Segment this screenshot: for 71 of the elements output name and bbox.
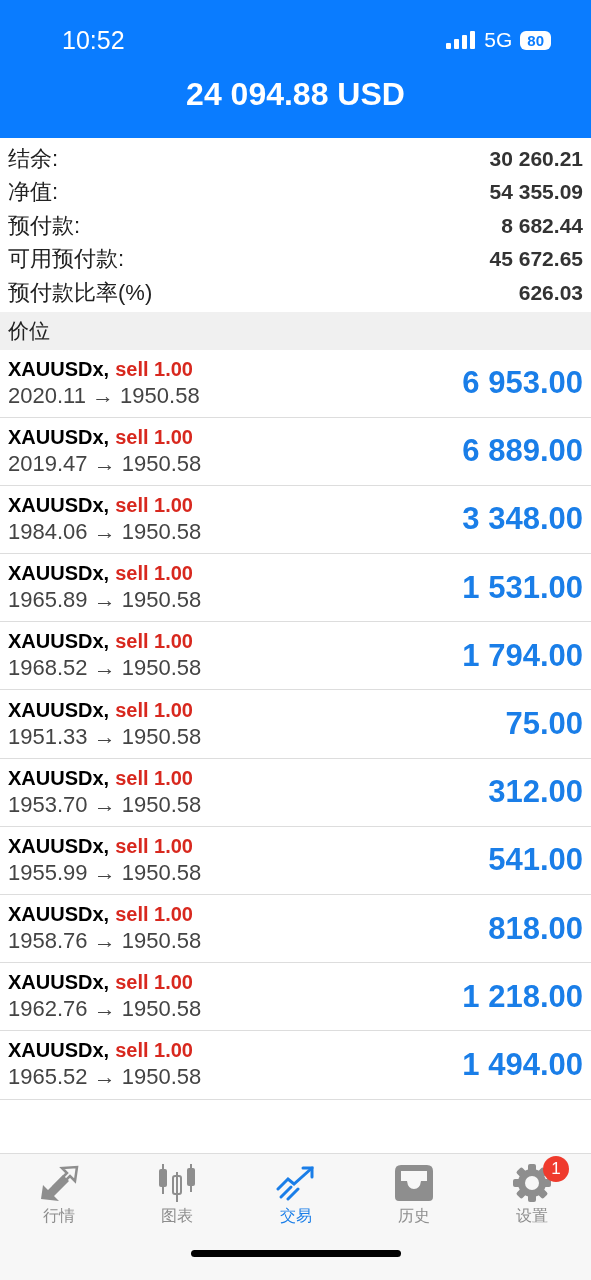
trade-prices: 1962.76 → 1950.58 [8, 996, 202, 1023]
trade-order: sell 1.00 [115, 971, 193, 995]
trade-prices: 2020.11 → 1950.58 [8, 382, 200, 409]
summary-value: 45 672.65 [489, 247, 583, 272]
trade-order: sell 1.00 [115, 1039, 193, 1063]
trade-order: sell 1.00 [115, 425, 193, 449]
tab-button[interactable]: 图表 [118, 1154, 237, 1240]
status-time: 10:52 [62, 25, 125, 55]
trade-profit: 6 889.00 [462, 433, 583, 470]
trade-symbol: XAUUSDx, [8, 630, 110, 654]
trade-symbol: XAUUSDx, [8, 493, 110, 517]
trade-prices: 1953.70 → 1950.58 [8, 791, 202, 818]
summary-value: 30 260.21 [489, 146, 583, 171]
trade-profit: 818.00 [488, 910, 583, 947]
trade-symbol: XAUUSDx, [8, 425, 110, 449]
summary-label: 结余: [8, 144, 59, 173]
trade-order: sell 1.00 [115, 630, 193, 654]
tab-button[interactable]: 行情 [0, 1154, 119, 1240]
trade-order: sell 1.00 [115, 766, 193, 790]
trade-order: sell 1.00 [115, 562, 193, 586]
trade-profit: 312.00 [488, 774, 583, 811]
inbox-icon [394, 1165, 433, 1201]
trade-prices: 1984.06 → 1950.58 [8, 518, 202, 545]
battery-level: 80 [520, 30, 551, 50]
network-label: 5G [484, 28, 513, 52]
diagonal-arrows-icon [39, 1165, 80, 1201]
trade-profit: 1 494.00 [462, 1046, 583, 1083]
trade-symbol: XAUUSDx, [8, 834, 110, 858]
trade-prices: 1951.33 → 1950.58 [8, 723, 202, 750]
tab-button[interactable]: 交易 [236, 1154, 355, 1240]
summary-value: 8 682.44 [501, 213, 583, 238]
trade-prices: 2019.47 → 1950.58 [8, 450, 202, 477]
tab-button[interactable]: 1 设置 [472, 1154, 591, 1240]
trend-arrow-icon [275, 1165, 316, 1201]
trade-prices: 1965.52 → 1950.58 [8, 1064, 202, 1091]
trade-profit: 75.00 [505, 706, 583, 743]
trade-order: sell 1.00 [115, 698, 193, 722]
summary-label: 预付款: [8, 211, 81, 240]
trade-order: sell 1.00 [115, 493, 193, 517]
trade-symbol: XAUUSDx, [8, 971, 110, 995]
trade-profit: 1 794.00 [462, 637, 583, 674]
summary-label: 可用预付款: [8, 245, 125, 274]
trade-order: sell 1.00 [115, 357, 193, 381]
trade-profit: 3 348.00 [462, 501, 583, 538]
trade-prices: 1968.52 → 1950.58 [8, 655, 202, 682]
tab-button[interactable]: 历史 [354, 1154, 473, 1240]
settings-icon [512, 1164, 551, 1202]
trade-symbol: XAUUSDx, [8, 698, 110, 722]
section-header: 价位 [0, 311, 591, 350]
balance-title: 24 094.88 USD [185, 76, 406, 113]
trade-profit: 1 218.00 [462, 978, 583, 1015]
summary-value: 626.03 [518, 280, 583, 305]
notification-badge: 1 [542, 1156, 569, 1182]
summary-label: 预付款比率(%) [8, 278, 153, 307]
trade-symbol: XAUUSDx, [8, 1039, 110, 1063]
trade-profit: 6 953.00 [462, 365, 583, 402]
trade-profit: 1 531.00 [462, 569, 583, 606]
trade-symbol: XAUUSDx, [8, 357, 110, 381]
signal-icon [446, 31, 477, 49]
trade-prices: 1958.76 → 1950.58 [8, 928, 202, 955]
trade-symbol: XAUUSDx, [8, 903, 110, 927]
trade-prices: 1955.99 → 1950.58 [8, 859, 202, 886]
trade-prices: 1965.89 → 1950.58 [8, 587, 202, 614]
trade-order: sell 1.00 [115, 903, 193, 927]
trade-symbol: XAUUSDx, [8, 766, 110, 790]
summary-label: 净值: [8, 178, 59, 207]
trade-symbol: XAUUSDx, [8, 562, 110, 586]
candlestick-icon [157, 1164, 198, 1202]
trade-profit: 541.00 [488, 842, 583, 879]
trade-order: sell 1.00 [115, 834, 193, 858]
summary-value: 54 355.09 [489, 180, 583, 205]
